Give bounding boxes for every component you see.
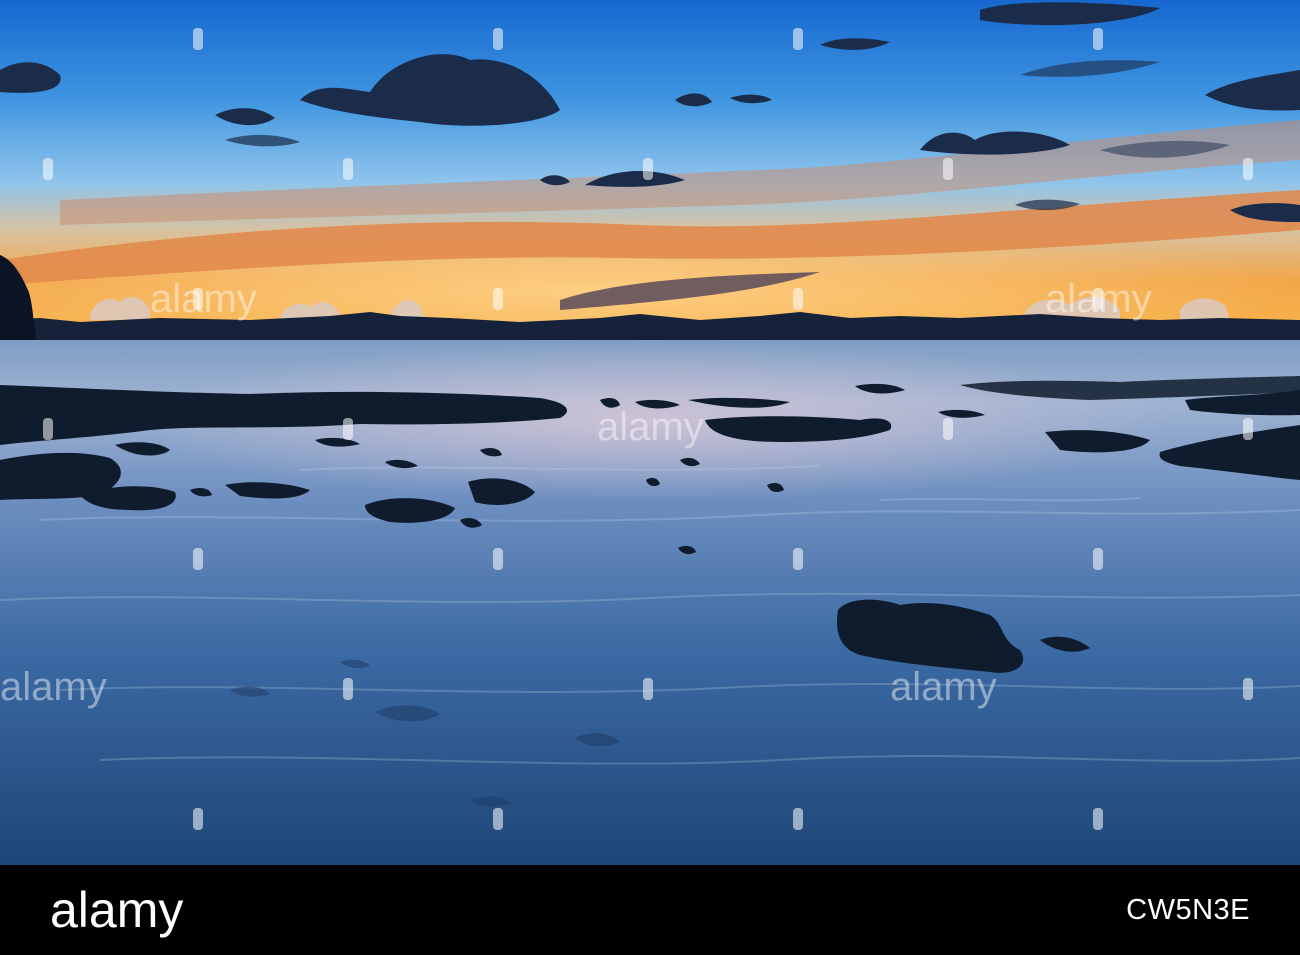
- brand-logo: alamy: [50, 882, 184, 938]
- sunset-seascape: alamy alamy alamy alamy alamy: [0, 0, 1300, 865]
- watermark-text: alamy: [0, 665, 107, 709]
- footer-bar: alamy CW5N3E: [0, 865, 1300, 955]
- watermark-text: alamy: [597, 405, 704, 449]
- watermark-text: alamy: [150, 277, 257, 321]
- image-id: CW5N3E: [1126, 894, 1250, 926]
- stock-photo: alamy alamy alamy alamy alamy: [0, 0, 1300, 865]
- watermark-text: alamy: [890, 665, 997, 709]
